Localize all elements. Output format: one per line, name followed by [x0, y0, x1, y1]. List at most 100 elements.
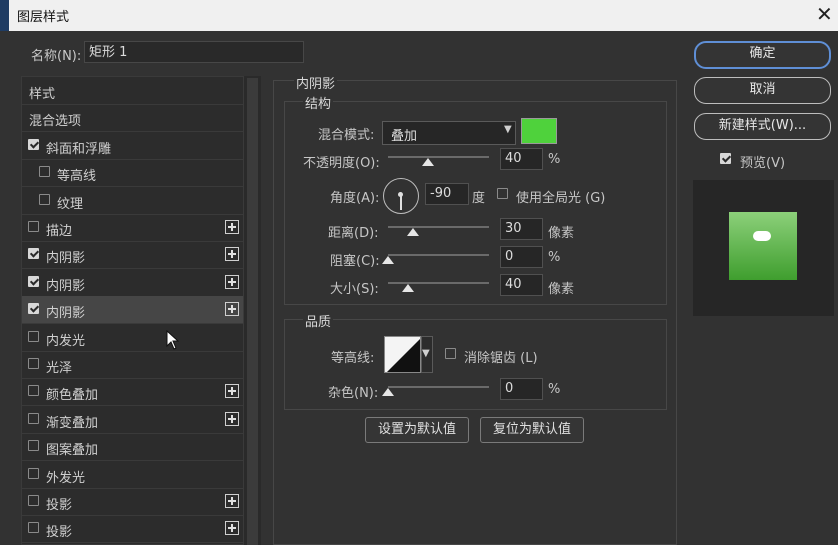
- opacity-slider-thumb[interactable]: [422, 158, 435, 166]
- choke-unit: %: [548, 250, 561, 265]
- preview-checkbox[interactable]: [720, 153, 731, 164]
- noise-unit: %: [548, 382, 561, 397]
- style-list-item[interactable]: 内阴影: [22, 296, 243, 325]
- noise-input[interactable]: 0: [500, 378, 543, 400]
- reset-default-button[interactable]: 复位为默认值: [480, 417, 584, 443]
- new-style-button[interactable]: 新建样式(W)...: [694, 113, 831, 140]
- angle-input[interactable]: -90: [425, 183, 469, 205]
- style-list-item[interactable]: 斜面和浮雕: [22, 132, 243, 160]
- style-list-item[interactable]: 内阴影: [22, 269, 243, 297]
- style-list-item-label: 投影: [46, 498, 73, 513]
- noise-slider-thumb[interactable]: [382, 388, 394, 396]
- choke-slider-track[interactable]: [388, 254, 489, 256]
- opacity-slider-track[interactable]: [388, 156, 489, 158]
- add-effect-icon[interactable]: [225, 274, 239, 289]
- style-checkbox[interactable]: [28, 440, 39, 452]
- choke-input[interactable]: 0: [500, 246, 543, 268]
- style-list-item[interactable]: 混合选项: [22, 104, 243, 133]
- contour-label: 等高线:: [331, 351, 375, 366]
- set-default-button[interactable]: 设置为默认值: [365, 417, 469, 443]
- size-label: 大小(S):: [330, 282, 379, 297]
- window-title: 图层样式: [17, 10, 70, 25]
- add-effect-icon[interactable]: [225, 247, 239, 262]
- style-list-item-label: 内阴影: [46, 251, 86, 267]
- add-effect-icon[interactable]: [225, 411, 239, 426]
- style-list-item-label: 外发光: [46, 470, 86, 486]
- style-checkbox[interactable]: [28, 522, 39, 534]
- add-effect-icon[interactable]: [225, 302, 239, 317]
- style-checkbox[interactable]: [28, 248, 39, 260]
- ok-button[interactable]: 确定: [694, 41, 831, 69]
- style-checkbox[interactable]: [28, 495, 39, 506]
- style-checkbox[interactable]: [28, 467, 39, 479]
- add-effect-icon[interactable]: [225, 220, 239, 234]
- title-bar: [0, 0, 838, 31]
- chevron-down-icon: ▼: [504, 124, 512, 135]
- blend-mode-label: 混合模式:: [318, 128, 375, 143]
- anti-alias-checkbox[interactable]: [445, 348, 456, 359]
- distance-slider-thumb[interactable]: [407, 228, 420, 236]
- style-list-item[interactable]: 颜色叠加: [22, 378, 243, 407]
- contour-preview[interactable]: [384, 336, 421, 373]
- style-list-item[interactable]: 图案叠加: [22, 433, 243, 462]
- style-list-item[interactable]: 描边: [22, 214, 243, 242]
- opacity-input[interactable]: 40: [500, 148, 543, 170]
- style-list-item[interactable]: 投影: [22, 488, 243, 516]
- close-icon[interactable]: ✕: [816, 3, 833, 25]
- size-input[interactable]: 40: [500, 274, 543, 296]
- angle-center-dot: [398, 192, 403, 197]
- size-slider-thumb[interactable]: [402, 284, 415, 292]
- add-effect-icon[interactable]: [225, 494, 239, 508]
- style-list-item-label: 颜色叠加: [46, 388, 99, 404]
- style-list-item-label: 纹理: [57, 196, 84, 212]
- style-list-item[interactable]: 外发光: [22, 461, 243, 489]
- style-checkbox[interactable]: [39, 193, 50, 205]
- anti-alias-label[interactable]: 消除锯齿 (L): [464, 347, 538, 366]
- style-checkbox[interactable]: [28, 275, 39, 287]
- style-list-item[interactable]: 光泽: [22, 351, 243, 379]
- add-effect-icon[interactable]: [225, 521, 239, 536]
- style-list-item-label: 斜面和浮雕: [46, 141, 112, 157]
- preview-label[interactable]: 预览(V): [740, 152, 785, 171]
- opacity-unit: %: [548, 152, 561, 167]
- style-list-item[interactable]: 投影: [22, 515, 243, 544]
- shadow-color-swatch[interactable]: [521, 118, 557, 144]
- style-checkbox[interactable]: [28, 303, 39, 315]
- style-list-item[interactable]: 等高线: [22, 159, 243, 188]
- style-list-item[interactable]: 内阴影: [22, 241, 243, 270]
- style-list-item-label: 投影: [46, 525, 73, 541]
- style-checkbox[interactable]: [28, 221, 39, 232]
- angle-label: 角度(A):: [330, 191, 380, 206]
- distance-input[interactable]: 30: [500, 218, 543, 240]
- style-checkbox[interactable]: [28, 330, 39, 342]
- style-checkbox[interactable]: [28, 358, 39, 369]
- style-list-item[interactable]: 纹理: [22, 187, 243, 215]
- name-input[interactable]: 矩形 1: [84, 41, 304, 63]
- angle-unit: 度: [472, 191, 486, 206]
- opacity-label: 不透明度(O):: [303, 156, 380, 171]
- chevron-down-icon: ▼: [422, 348, 430, 359]
- quality-title: 品质: [303, 311, 334, 330]
- style-checkbox[interactable]: [28, 138, 39, 150]
- global-light-label[interactable]: 使用全局光 (G): [516, 187, 605, 206]
- style-checkbox[interactable]: [28, 412, 39, 424]
- distance-unit: 像素: [548, 226, 575, 241]
- style-list-item[interactable]: 内发光: [22, 324, 243, 352]
- choke-slider-thumb[interactable]: [382, 256, 394, 264]
- style-list: 样式 混合选项 斜面和浮雕 等高线 纹理 描边 内阴影 内阴影 内阴影 内发光 光泽 颜色叠加 渐变叠加…: [21, 76, 244, 545]
- global-light-checkbox[interactable]: [497, 188, 508, 199]
- size-unit: 像素: [548, 282, 575, 297]
- add-effect-icon[interactable]: [225, 384, 239, 399]
- noise-slider-track[interactable]: [388, 386, 489, 388]
- cancel-button[interactable]: 取消: [694, 77, 831, 104]
- style-checkbox[interactable]: [28, 385, 39, 397]
- distance-slider-track[interactable]: [388, 226, 489, 228]
- preview-swatch: [729, 212, 797, 280]
- style-list-header[interactable]: 样式: [22, 77, 243, 105]
- structure-title: 结构: [303, 93, 334, 112]
- style-checkbox[interactable]: [39, 166, 50, 178]
- style-list-item[interactable]: 渐变叠加: [22, 406, 243, 434]
- contour-curve-icon: [387, 339, 420, 372]
- scrollbar-thumb[interactable]: [247, 78, 258, 545]
- style-list-item-label: 图案叠加: [46, 443, 99, 459]
